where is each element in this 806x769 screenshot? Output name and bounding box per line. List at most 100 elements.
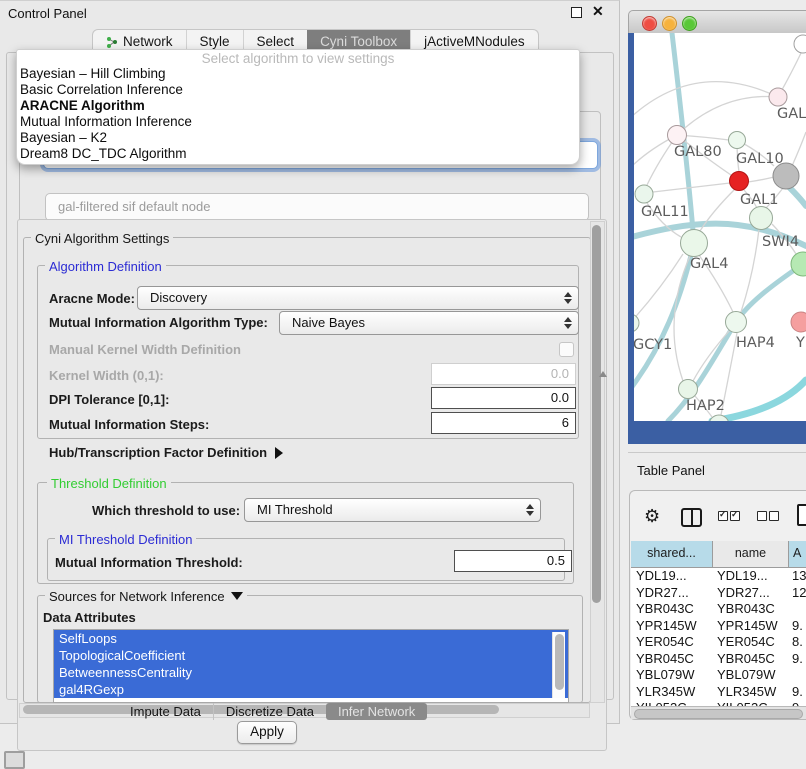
table-row[interactable]: YDL19...YDL19...13	[631, 568, 806, 585]
table-body: YDL19...YDL19...13YDR27...YDR27...12YBR0…	[631, 568, 806, 706]
table-cell: YPR145W	[712, 618, 787, 635]
table-cell: 9.	[787, 618, 806, 635]
aracne-mode-combo[interactable]: Discovery	[137, 286, 579, 310]
table-cell: 9.	[787, 651, 806, 668]
network-node[interactable]	[681, 230, 708, 257]
network-node[interactable]	[791, 312, 806, 332]
data-attribute-item[interactable]: TopologicalCoefficient	[54, 647, 568, 664]
mi-threshold-field[interactable]: 0.5	[454, 550, 572, 572]
which-threshold-value: MI Threshold	[257, 499, 333, 521]
algorithm-option[interactable]: Mutual Information Inference	[20, 114, 576, 130]
data-attributes-list: SelfLoopsTopologicalCoefficientBetweenne…	[53, 629, 569, 703]
sources-expander[interactable]: Sources for Network Inference	[45, 589, 247, 604]
algorithm-definition-title: Algorithm Definition	[45, 259, 166, 274]
algorithm-dropdown-list: Select algorithm to view settings Bayesi…	[16, 49, 580, 165]
export-table-icon[interactable]	[797, 504, 806, 526]
table-row[interactable]: YBR043CYBR043C	[631, 601, 806, 618]
collapsed-panel-icon[interactable]	[4, 751, 25, 769]
checkbox-unchecked-icon[interactable]	[757, 511, 767, 521]
table-row[interactable]: YPR145WYPR145W9.	[631, 618, 806, 635]
window-title: Control Panel	[8, 6, 87, 21]
network-node-label: GAL10	[736, 151, 784, 167]
table-row[interactable]: YLR345WYLR345W9.	[631, 684, 806, 701]
algorithm-option[interactable]: Bayesian – K2	[20, 130, 576, 146]
close-traffic-light-icon[interactable]	[642, 16, 657, 31]
network-node-label: GCY1	[634, 337, 672, 353]
table-cell: YBL079W	[631, 667, 712, 684]
dpi-tolerance-field[interactable]: 0.0	[431, 387, 576, 409]
table-cell: 12	[787, 585, 806, 602]
mi-steps-field[interactable]: 6	[431, 412, 576, 434]
network-node[interactable]	[794, 35, 806, 53]
algorithm-option[interactable]: Bayesian – Hill Climbing	[20, 66, 576, 82]
mi-steps-label: Mutual Information Steps:	[49, 417, 209, 432]
data-attribute-item[interactable]: SelfLoops	[54, 630, 568, 647]
network-node[interactable]	[634, 314, 639, 332]
network-node[interactable]	[668, 126, 687, 145]
algorithm-option[interactable]: Dream8 DC_TDC Algorithm	[20, 146, 576, 162]
checkbox-checked-icon[interactable]	[718, 511, 728, 521]
network-node[interactable]	[726, 312, 747, 333]
minimize-traffic-light-icon[interactable]	[662, 16, 677, 31]
mi-type-combo[interactable]: Naive Bayes	[279, 311, 579, 335]
list-scrollbar-thumb[interactable]	[555, 634, 564, 690]
network-edge	[634, 254, 683, 323]
table-cell: YBL079W	[712, 667, 787, 684]
data-attribute-item[interactable]: BetweennessCentrality	[54, 664, 568, 681]
zoom-traffic-light-icon[interactable]	[682, 16, 697, 31]
table-cell: YBR043C	[712, 601, 787, 618]
network-canvas[interactable]: GAL7GAL80GAL10GAL1GAL11SWI4GAL4GCY1HAP4Y…	[634, 33, 806, 421]
mi-threshold-group-title: MI Threshold Definition	[55, 532, 196, 547]
network-node[interactable]	[769, 88, 787, 106]
tab-discretize-data[interactable]: Discretize Data	[213, 703, 326, 720]
cyni-bottom-tabs: Impute DataDiscretize DataInfer Network	[118, 703, 427, 720]
hub-definition-expander[interactable]: Hub/Transcription Factor Definition	[49, 445, 283, 460]
kernel-width-field[interactable]: 0.0	[431, 363, 576, 385]
network-node[interactable]	[679, 380, 698, 399]
table-cell: 8.	[787, 634, 806, 651]
table-row[interactable]: YBL079WYBL079W	[631, 667, 806, 684]
checkbox-unchecked-icon[interactable]	[769, 511, 779, 521]
manual-kernel-checkbox[interactable]	[559, 342, 574, 357]
network-node[interactable]	[730, 172, 749, 191]
table-cell: YLR345W	[712, 684, 787, 701]
table-cell: YBR045C	[631, 651, 712, 668]
settings-vscrollbar-thumb[interactable]	[592, 225, 601, 603]
network-window-titlebar[interactable]	[628, 10, 806, 35]
dpi-tolerance-label: DPI Tolerance [0,1]:	[49, 392, 169, 407]
stepper-icon	[564, 317, 572, 329]
stepper-icon	[526, 504, 534, 516]
checkbox-checked-icon[interactable]	[730, 511, 740, 521]
network-node-label: GAL80	[674, 144, 722, 160]
data-attributes-label: Data Attributes	[43, 610, 136, 625]
float-window-icon[interactable]	[571, 7, 582, 18]
which-threshold-combo[interactable]: MI Threshold	[244, 498, 541, 522]
table-cell	[787, 601, 806, 618]
table-hscrollbar-thumb[interactable]	[634, 709, 803, 719]
network-select-combo[interactable]: gal-filtered sif default node	[45, 193, 589, 221]
node-table: shared...nameA YDL19...YDL19...13YDR27..…	[631, 541, 806, 706]
algorithm-option[interactable]: Basic Correlation Inference	[20, 82, 576, 98]
panel-splitter-arrow[interactable]	[599, 371, 607, 377]
table-row[interactable]: YBR045CYBR045C9.	[631, 651, 806, 668]
network-node[interactable]	[635, 185, 653, 203]
columns-icon[interactable]	[681, 508, 702, 527]
tab-infer-network[interactable]: Infer Network	[326, 703, 427, 720]
tab-impute-data[interactable]: Impute Data	[118, 703, 213, 720]
column-header-2[interactable]: A	[789, 541, 806, 567]
gear-icon[interactable]: ⚙	[644, 507, 660, 525]
column-header-0[interactable]: shared...	[631, 541, 713, 567]
apply-button[interactable]: Apply	[237, 721, 297, 744]
network-node[interactable]	[750, 207, 773, 230]
column-header-1[interactable]: name	[713, 541, 789, 567]
table-hscrollbar-track[interactable]	[631, 706, 806, 719]
table-row[interactable]: YER054CYER054C8.	[631, 634, 806, 651]
network-edge	[748, 177, 774, 182]
mi-type-value: Naive Bayes	[292, 312, 365, 334]
algorithm-option[interactable]: ARACNE Algorithm	[20, 98, 576, 114]
network-node[interactable]	[729, 132, 746, 149]
data-attribute-item[interactable]: gal4RGexp	[54, 681, 568, 698]
close-icon[interactable]: ✕	[592, 3, 604, 20]
table-row[interactable]: YDR27...YDR27...12	[631, 585, 806, 602]
table-cell: YBR045C	[712, 651, 787, 668]
